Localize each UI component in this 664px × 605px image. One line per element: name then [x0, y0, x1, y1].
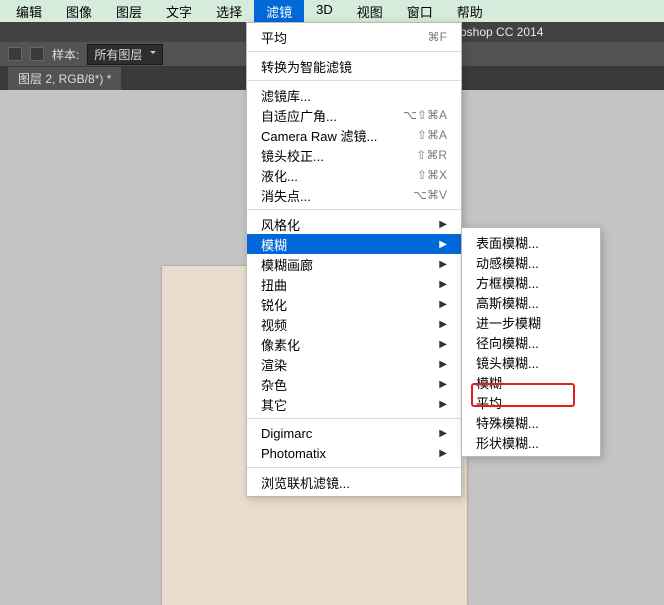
- menu-separator: [247, 418, 461, 419]
- document-tab[interactable]: 图层 2, RGB/8*) *: [8, 67, 121, 90]
- menu-item[interactable]: 模糊 ▶: [247, 234, 461, 254]
- submenu-arrow-icon: ▶: [439, 279, 447, 290]
- menu-item-label: 滤镜库...: [261, 86, 311, 105]
- menu-item[interactable]: 液化... ⇧⌘X: [247, 165, 461, 185]
- submenu-item[interactable]: 平均: [462, 392, 600, 412]
- menubar-item-帮助[interactable]: 帮助: [445, 0, 495, 22]
- submenu-arrow-icon: ▶: [439, 359, 447, 370]
- menu-item[interactable]: 自适应广角... ⌥⇧⌘A: [247, 105, 461, 125]
- menubar: 编辑图像图层文字选择滤镜3D视图窗口帮助: [0, 0, 664, 22]
- menu-item[interactable]: 镜头校正... ⇧⌘R: [247, 145, 461, 165]
- menu-separator: [247, 209, 461, 210]
- submenu-item[interactable]: 表面模糊...: [462, 232, 600, 252]
- menu-item[interactable]: Digimarc ▶: [247, 423, 461, 443]
- menu-item-label: 模糊: [261, 235, 287, 254]
- menu-shortcut: ⇧⌘A: [417, 128, 447, 142]
- menu-item[interactable]: 杂色 ▶: [247, 374, 461, 394]
- sample-label: 样本:: [52, 46, 79, 63]
- menu-item[interactable]: 其它 ▶: [247, 394, 461, 414]
- menu-item[interactable]: 锐化 ▶: [247, 294, 461, 314]
- blur-submenu: 表面模糊...动感模糊...方框模糊...高斯模糊...进一步模糊径向模糊...…: [461, 227, 601, 457]
- menu-item-label: 平均: [261, 28, 287, 47]
- menubar-item-窗口[interactable]: 窗口: [395, 0, 445, 22]
- menu-item-label: Camera Raw 滤镜...: [261, 126, 377, 145]
- menu-item-label: 杂色: [261, 375, 287, 394]
- menu-item-label: 浏览联机滤镜...: [261, 473, 350, 492]
- menu-item-label: 风格化: [261, 215, 300, 234]
- submenu-item[interactable]: 镜头模糊...: [462, 352, 600, 372]
- menu-separator: [247, 51, 461, 52]
- submenu-item[interactable]: 模糊: [462, 372, 600, 392]
- menu-item-label: Digimarc: [261, 426, 312, 441]
- submenu-item[interactable]: 特殊模糊...: [462, 412, 600, 432]
- submenu-item[interactable]: 动感模糊...: [462, 252, 600, 272]
- menu-item[interactable]: 风格化 ▶: [247, 214, 461, 234]
- menu-item[interactable]: 转换为智能滤镜: [247, 56, 461, 76]
- menu-item[interactable]: 消失点... ⌥⌘V: [247, 185, 461, 205]
- submenu-arrow-icon: ▶: [439, 448, 447, 459]
- submenu-item[interactable]: 进一步模糊: [462, 312, 600, 332]
- submenu-arrow-icon: ▶: [439, 299, 447, 310]
- submenu-item[interactable]: 方框模糊...: [462, 272, 600, 292]
- menu-item[interactable]: 扭曲 ▶: [247, 274, 461, 294]
- menu-item-label: 模糊画廊: [261, 255, 313, 274]
- tool-icon[interactable]: [30, 47, 44, 61]
- menu-item-label: 自适应广角...: [261, 106, 337, 125]
- submenu-arrow-icon: ▶: [439, 339, 447, 350]
- menu-item-label: 渲染: [261, 355, 287, 374]
- menubar-item-视图[interactable]: 视图: [345, 0, 395, 22]
- app-title: oshop CC 2014: [460, 25, 543, 39]
- menu-item[interactable]: 浏览联机滤镜...: [247, 472, 461, 492]
- menu-shortcut: ⌥⇧⌘A: [403, 108, 447, 122]
- menu-item[interactable]: 像素化 ▶: [247, 334, 461, 354]
- sample-value: 所有图层: [94, 48, 142, 62]
- menubar-item-滤镜[interactable]: 滤镜: [254, 0, 304, 22]
- menubar-item-编辑[interactable]: 编辑: [4, 0, 54, 22]
- submenu-arrow-icon: ▶: [439, 259, 447, 270]
- menu-item[interactable]: Camera Raw 滤镜... ⇧⌘A: [247, 125, 461, 145]
- menu-shortcut: ⇧⌘X: [417, 168, 447, 182]
- submenu-item[interactable]: 形状模糊...: [462, 432, 600, 452]
- menubar-item-文字[interactable]: 文字: [154, 0, 204, 22]
- menu-shortcut: ⌥⌘V: [413, 188, 447, 202]
- submenu-arrow-icon: ▶: [439, 219, 447, 230]
- filter-menu-dropdown: 平均 ⌘F 转换为智能滤镜滤镜库...自适应广角... ⌥⇧⌘A Camera Raw …: [246, 22, 462, 497]
- menu-item-label: 锐化: [261, 295, 287, 314]
- menu-item[interactable]: 平均 ⌘F: [247, 27, 461, 47]
- menubar-item-图像[interactable]: 图像: [54, 0, 104, 22]
- menu-item[interactable]: 视频 ▶: [247, 314, 461, 334]
- submenu-arrow-icon: ▶: [439, 239, 447, 250]
- menu-separator: [247, 80, 461, 81]
- submenu-arrow-icon: ▶: [439, 319, 447, 330]
- menu-item[interactable]: 滤镜库...: [247, 85, 461, 105]
- menubar-item-图层[interactable]: 图层: [104, 0, 154, 22]
- menu-item[interactable]: 渲染 ▶: [247, 354, 461, 374]
- menu-shortcut: ⇧⌘R: [416, 148, 447, 162]
- menu-item[interactable]: 模糊画廊 ▶: [247, 254, 461, 274]
- menu-item-label: Photomatix: [261, 446, 326, 461]
- menu-item-label: 其它: [261, 395, 287, 414]
- menubar-item-选择[interactable]: 选择: [204, 0, 254, 22]
- menu-item-label: 转换为智能滤镜: [261, 57, 352, 76]
- menu-item-label: 扭曲: [261, 275, 287, 294]
- submenu-arrow-icon: ▶: [439, 379, 447, 390]
- tool-icon[interactable]: [8, 47, 22, 61]
- menu-item[interactable]: Photomatix ▶: [247, 443, 461, 463]
- submenu-item[interactable]: 径向模糊...: [462, 332, 600, 352]
- document-tab-label: 图层 2, RGB/8*) *: [18, 72, 111, 86]
- menu-item-label: 消失点...: [261, 186, 311, 205]
- menu-item-label: 视频: [261, 315, 287, 334]
- submenu-arrow-icon: ▶: [439, 428, 447, 439]
- menubar-item-3D[interactable]: 3D: [304, 0, 345, 22]
- menu-item-label: 镜头校正...: [261, 146, 324, 165]
- sample-dropdown[interactable]: 所有图层: [87, 44, 163, 65]
- submenu-arrow-icon: ▶: [439, 399, 447, 410]
- menu-separator: [247, 467, 461, 468]
- menu-item-label: 像素化: [261, 335, 300, 354]
- menu-shortcut: ⌘F: [428, 30, 447, 44]
- menu-item-label: 液化...: [261, 166, 298, 185]
- submenu-item[interactable]: 高斯模糊...: [462, 292, 600, 312]
